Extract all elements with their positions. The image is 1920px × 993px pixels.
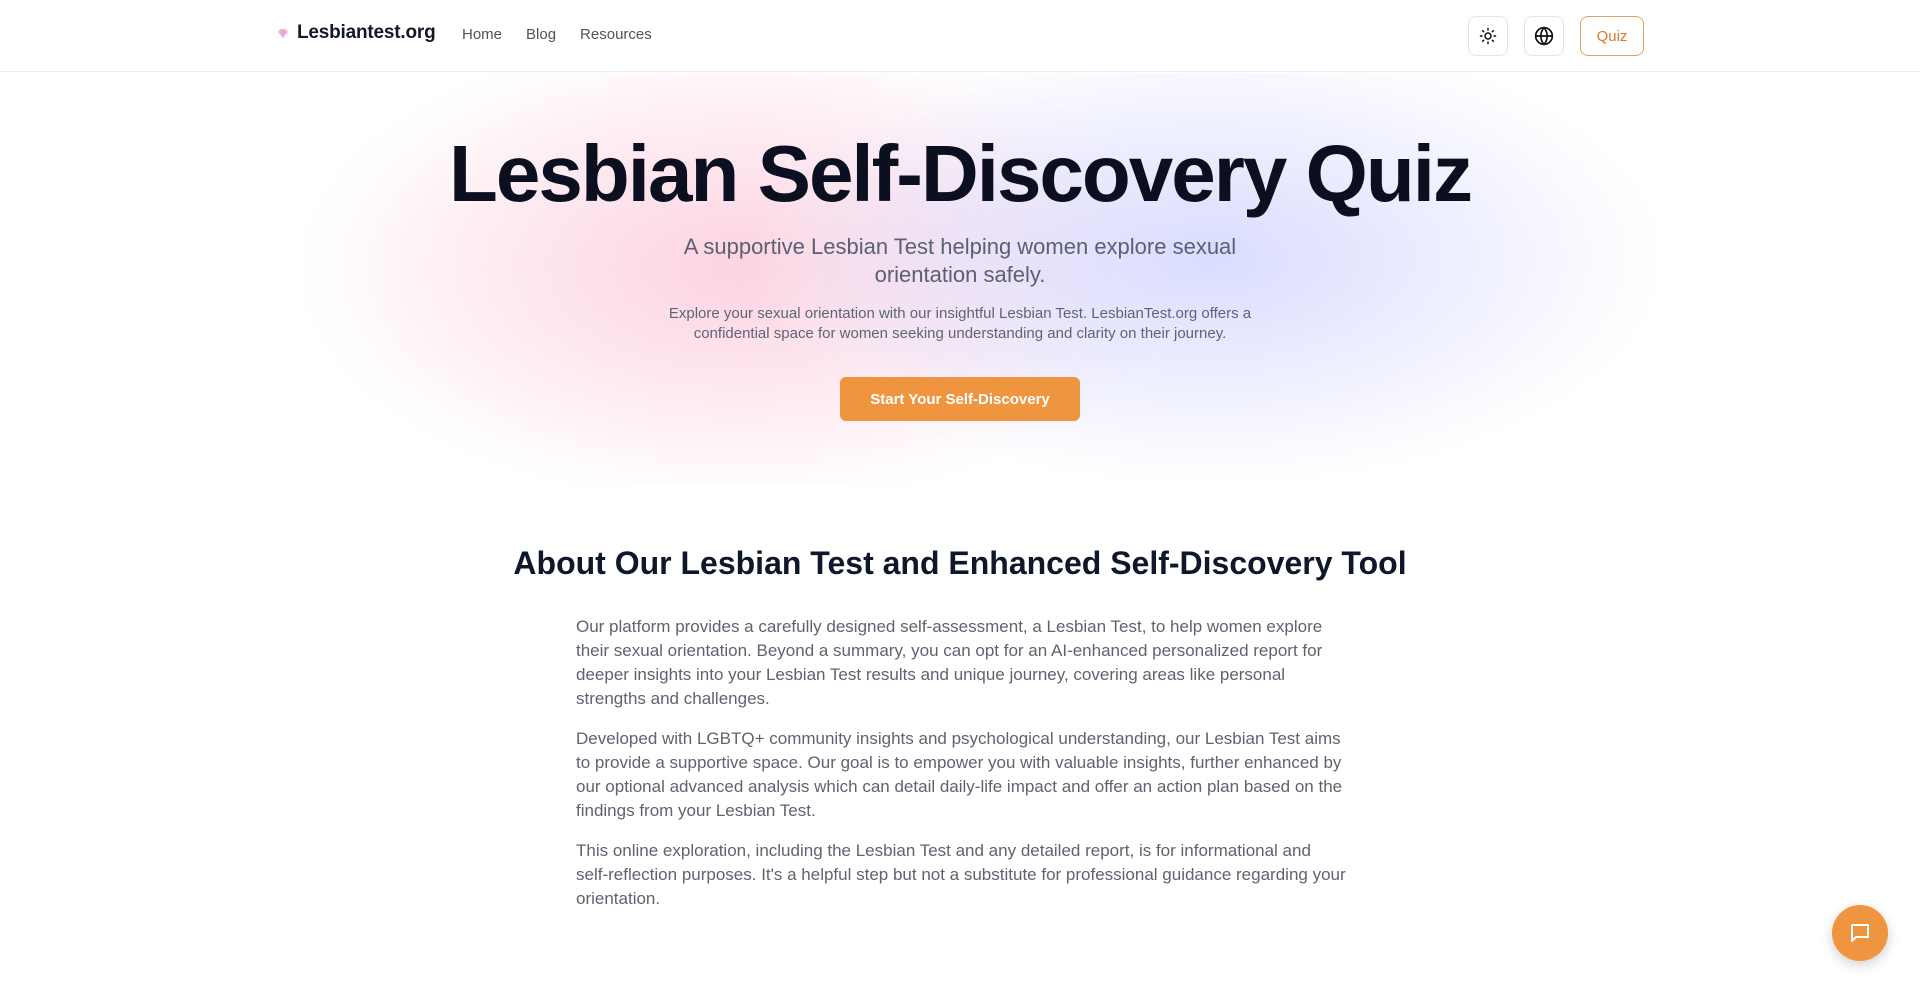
hero-subtitle: A supportive Lesbian Test helping women …	[683, 234, 1237, 287]
language-button[interactable]	[1524, 16, 1564, 56]
start-self-discovery-button[interactable]: Start Your Self-Discovery	[840, 377, 1080, 421]
quiz-button[interactable]: Quiz	[1580, 16, 1644, 56]
hero-title: Lesbian Self-Discovery Quiz	[449, 129, 1473, 218]
about-paragraph-1: Our platform provides a carefully design…	[576, 617, 1323, 708]
about-title: About Our Lesbian Test and Enhanced Self…	[513, 545, 1407, 581]
nav-link-home[interactable]: Home	[462, 26, 502, 43]
hero-description: Explore your sexual orientation with our…	[668, 305, 1252, 342]
nav-link-resources[interactable]: Resources	[580, 26, 652, 43]
about-paragraph-3: This online exploration, including the L…	[576, 841, 1346, 908]
top-nav: Lesbiantest.org Home Blog Resources Quiz	[0, 0, 1920, 72]
sun-icon	[1479, 27, 1497, 45]
theme-toggle-button[interactable]	[1468, 16, 1508, 56]
about-paragraph-2: Developed with LGBTQ+ community insights…	[576, 729, 1343, 820]
heart-gem-icon	[278, 29, 288, 38]
chat-icon	[1851, 924, 1869, 942]
hero-section: Lesbian Self-Discovery Quiz A supportive…	[0, 73, 1920, 485]
brand-logo-link[interactable]: Lesbiantest.org	[277, 22, 436, 44]
brand-name: Lesbiantest.org	[297, 22, 436, 43]
nav-link-blog[interactable]: Blog	[526, 26, 556, 43]
nav-links: Home Blog Resources	[462, 26, 652, 43]
globe-icon	[1534, 26, 1554, 46]
chat-button[interactable]	[1832, 905, 1888, 961]
